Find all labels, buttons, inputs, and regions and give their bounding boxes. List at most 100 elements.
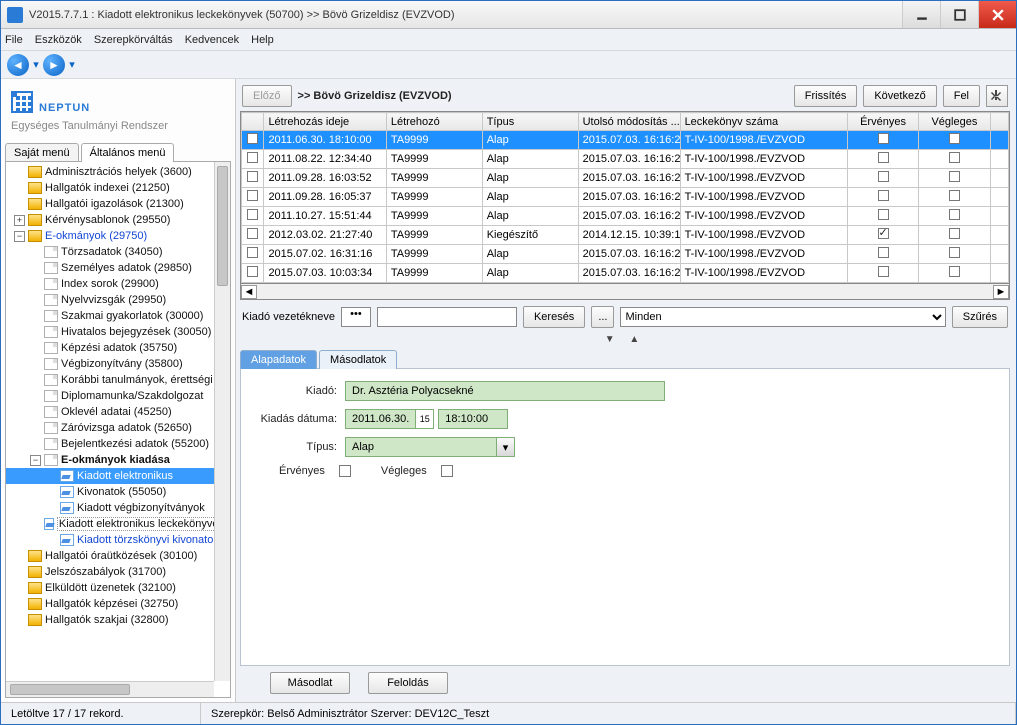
prev-button[interactable]: Előző [242, 85, 292, 107]
tree-item[interactable]: Törzsadatok (34050) [6, 244, 230, 260]
search-button[interactable]: Keresés [523, 306, 585, 328]
table-row[interactable]: 2011.09.28. 16:03:52TA9999Alap2015.07.03… [242, 169, 1009, 188]
calendar-icon[interactable]: 15 [415, 410, 433, 428]
tree-expander[interactable] [30, 423, 41, 434]
vegleges-cell-checkbox[interactable] [949, 152, 960, 163]
vegleges-cell-checkbox[interactable] [949, 190, 960, 201]
ervenyes-cell-checkbox[interactable] [878, 190, 889, 201]
tree-expander[interactable] [30, 295, 41, 306]
tree-item[interactable]: Hallgatók képzései (32750) [6, 596, 230, 612]
tree-expander[interactable] [30, 375, 41, 386]
tree-expander[interactable]: − [14, 231, 25, 242]
ervenyes-cell-checkbox[interactable] [878, 152, 889, 163]
search-filter-select[interactable]: Minden [620, 307, 945, 327]
grid-scroll-left[interactable]: ◄ [241, 285, 257, 299]
menu-tools[interactable]: Eszközök [35, 34, 82, 46]
col-header[interactable] [242, 113, 264, 131]
nav-back-dropdown[interactable]: ▾ [31, 54, 41, 76]
masodlat-button[interactable]: Másodlat [270, 672, 350, 694]
menu-help[interactable]: Help [251, 34, 274, 46]
tree-item[interactable]: +Kérvénysablonok (29550) [6, 212, 230, 228]
tree-item[interactable]: −E-okmányok kiadása [6, 452, 230, 468]
row-checkbox[interactable] [247, 247, 258, 258]
maximize-button[interactable] [940, 1, 978, 28]
ervenyes-cell-checkbox[interactable] [878, 171, 889, 182]
tree-item[interactable]: Index sorok (29900) [6, 276, 230, 292]
tree-item[interactable]: −E-okmányok (29750) [6, 228, 230, 244]
tree-expander[interactable] [30, 263, 41, 274]
next-button[interactable]: Következő [863, 85, 936, 107]
tree-expander[interactable] [14, 551, 25, 562]
col-header[interactable]: Utolsó módosítás ... [578, 113, 680, 131]
tree-item[interactable]: Hallgatói óraütközések (30100) [6, 548, 230, 564]
tree-expander[interactable] [46, 487, 57, 498]
menu-fav[interactable]: Kedvencek [185, 34, 239, 46]
tree-item[interactable]: Adminisztrációs helyek (3600) [6, 164, 230, 180]
tree-expander[interactable] [46, 471, 57, 482]
tree-expander[interactable]: − [30, 455, 41, 466]
col-header-extra[interactable] [990, 113, 1008, 131]
vegleges-cell-checkbox[interactable] [949, 247, 960, 258]
table-row[interactable]: 2011.10.27. 15:51:44TA9999Alap2015.07.03… [242, 207, 1009, 226]
tab-masodlatok[interactable]: Másodlatok [319, 350, 397, 369]
minimize-button[interactable] [902, 1, 940, 28]
row-checkbox[interactable] [247, 152, 258, 163]
tree-expander[interactable] [30, 327, 41, 338]
up-button[interactable]: Fel [943, 85, 980, 107]
tree-item[interactable]: Diplomamunka/Szakdolgozat [6, 388, 230, 404]
table-row[interactable]: 2015.07.02. 16:31:16TA9999Alap2015.07.03… [242, 245, 1009, 264]
tree-expander[interactable] [14, 599, 25, 610]
side-tab-own[interactable]: Saját menü [5, 143, 79, 162]
tree-item[interactable]: Korábbi tanulmányok, érettségi [6, 372, 230, 388]
tree-expander[interactable] [30, 311, 41, 322]
tree-expander[interactable] [14, 199, 25, 210]
tree-expander[interactable] [30, 359, 41, 370]
search-more-button[interactable]: ... [591, 306, 614, 328]
date-field[interactable]: 2011.06.30. 15 [345, 409, 434, 429]
tab-alapadatok[interactable]: Alapadatok [240, 350, 317, 369]
col-header[interactable]: Érvényes [847, 113, 918, 131]
search-input[interactable] [377, 307, 517, 327]
table-row[interactable]: 2011.08.22. 12:34:40TA9999Alap2015.07.03… [242, 150, 1009, 169]
tree-item[interactable]: Kiadott elektronikus [6, 468, 230, 484]
menu-file[interactable]: File [5, 34, 23, 46]
col-header[interactable]: Végleges [919, 113, 990, 131]
tree-expander[interactable] [30, 439, 41, 450]
menu-role[interactable]: Szerepkörváltás [94, 34, 173, 46]
ervenyes-cell-checkbox[interactable] [878, 247, 889, 258]
tree-item[interactable]: Kiadott végbizonyítványok [6, 500, 230, 516]
grid-scrollbar-h[interactable]: ◄ ► [240, 284, 1010, 300]
tipus-select[interactable]: Alap ▾ [345, 437, 515, 457]
tree-expander[interactable]: + [14, 215, 25, 226]
nav-back-button[interactable]: ◄ [7, 54, 29, 76]
pin-button[interactable] [986, 85, 1008, 107]
tree-item[interactable]: Bejelentkezési adatok (55200) [6, 436, 230, 452]
tree-expander[interactable] [30, 407, 41, 418]
tree-item[interactable]: Hallgatók szakjai (32800) [6, 612, 230, 628]
filter-button[interactable]: Szűrés [952, 306, 1008, 328]
tree-expander[interactable] [30, 343, 41, 354]
splitter-arrows[interactable]: ▼ ▲ [240, 334, 1010, 345]
tree-item[interactable]: Hallgatói igazolások (21300) [6, 196, 230, 212]
tree-item[interactable]: Hallgatók indexei (21250) [6, 180, 230, 196]
table-row[interactable]: 2012.03.02. 21:27:40TA9999Kiegészítő2014… [242, 226, 1009, 245]
table-row[interactable]: 2015.07.03. 10:03:34TA9999Alap2015.07.03… [242, 264, 1009, 283]
tree-scrollbar-v[interactable] [214, 162, 230, 681]
tree-item[interactable]: Hivatalos bejegyzések (30050) [6, 324, 230, 340]
vegleges-cell-checkbox[interactable] [949, 209, 960, 220]
tree-expander[interactable] [46, 503, 57, 514]
tree-item[interactable]: Jelszószabályok (31700) [6, 564, 230, 580]
side-tab-general[interactable]: Általános menü [81, 143, 175, 162]
table-row[interactable]: 2011.06.30. 18:10:00TA9999Alap2015.07.03… [242, 131, 1009, 150]
grid-scroll-right[interactable]: ► [993, 285, 1009, 299]
vegleges-cell-checkbox[interactable] [949, 228, 960, 239]
tree-item[interactable]: Elküldött üzenetek (32100) [6, 580, 230, 596]
ervenyes-checkbox[interactable] [339, 465, 351, 477]
col-header[interactable]: Létrehozás ideje [264, 113, 386, 131]
tree-item[interactable]: Kiadott törzskönyvi kivonatok [6, 532, 230, 548]
tree-item[interactable]: Személyes adatok (29850) [6, 260, 230, 276]
tree-item[interactable]: Szakmai gyakorlatok (30000) [6, 308, 230, 324]
col-header[interactable]: Típus [482, 113, 578, 131]
tree-item[interactable]: Záróvizsga adatok (52650) [6, 420, 230, 436]
tree-item[interactable]: Végbizonyítvány (35800) [6, 356, 230, 372]
